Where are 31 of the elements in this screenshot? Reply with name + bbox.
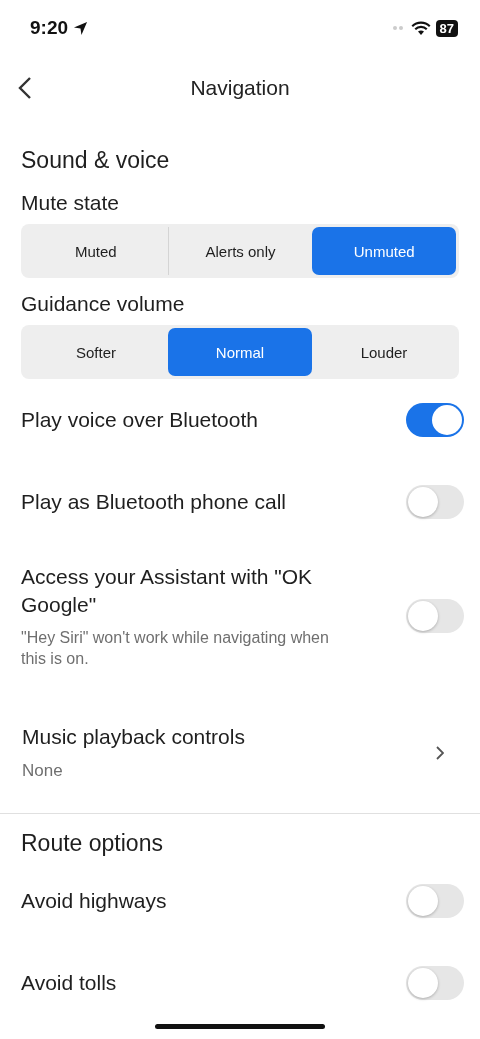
setting-label: Play voice over Bluetooth — [21, 407, 259, 433]
setting-label: Avoid highways — [21, 888, 168, 914]
wifi-icon — [410, 20, 431, 36]
segment-option[interactable]: Unmuted — [312, 227, 456, 275]
battery-level: 87 — [435, 19, 458, 37]
segment-option[interactable]: Louder — [312, 328, 456, 376]
back-icon[interactable] — [18, 76, 32, 100]
section-title: Sound & voice — [21, 146, 171, 175]
location-arrow-icon — [73, 20, 89, 36]
toggle-switch[interactable] — [406, 966, 464, 1000]
section-title: Route options — [21, 830, 164, 858]
setting-label: Guidance volume — [21, 292, 186, 317]
chevron-right-icon — [436, 746, 444, 760]
setting-label: Music playback controls — [22, 725, 245, 749]
setting-label: Avoid tolls — [21, 970, 118, 996]
setting-label: Access your Assistant with "OK Google" — [21, 564, 314, 618]
status-time: 9:20 — [30, 17, 69, 39]
segment-option[interactable]: Muted — [24, 227, 168, 275]
segment-option[interactable]: Normal — [168, 328, 312, 376]
page-title: Navigation — [190, 76, 290, 100]
setting-label: Play as Bluetooth phone call — [21, 489, 287, 515]
toggle-switch[interactable] — [406, 403, 464, 437]
signal-icon — [391, 25, 406, 31]
setting-value: None — [22, 761, 64, 781]
setting-label: Mute state — [21, 191, 121, 216]
segment-option[interactable]: Softer — [24, 328, 168, 376]
setting-description: "Hey Siri" won't work while navigating when this is on. — [21, 628, 330, 669]
settings-link-row[interactable]: Music playback controls None — [21, 689, 480, 799]
toggle-switch[interactable] — [406, 485, 464, 519]
toggle-switch[interactable] — [406, 884, 464, 918]
toggle-switch[interactable] — [406, 599, 464, 633]
